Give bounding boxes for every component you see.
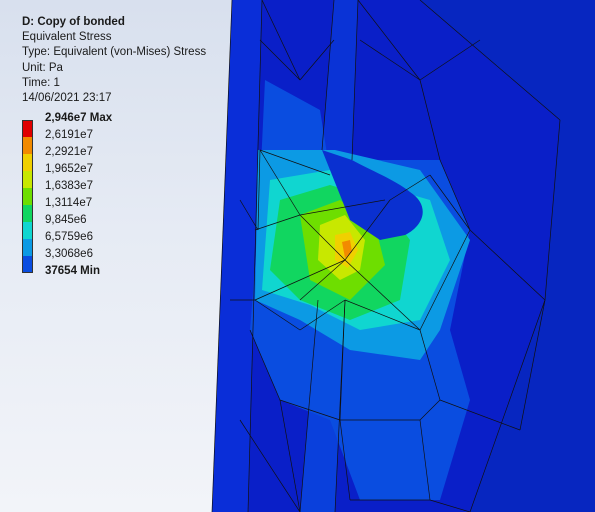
legend-swatch [22, 222, 33, 239]
legend-swatch [22, 188, 33, 205]
legend-swatch [22, 205, 33, 222]
legend-level-label: 1,6383e7 [45, 180, 93, 192]
legend-swatch [22, 154, 33, 171]
result-name: Equivalent Stress [22, 31, 112, 44]
result-timestamp: 14/06/2021 23:17 [22, 92, 112, 105]
legend-level-label: 1,3114e7 [45, 197, 93, 209]
legend-level-label: 2,2921e7 [45, 146, 93, 158]
result-time: Time: 1 [22, 76, 60, 89]
legend-level-label: 1,9652e7 [45, 163, 93, 175]
legend-level-label: 3,3068e6 [45, 248, 93, 260]
legend-min-label: 37654 Min [45, 265, 100, 277]
result-type: Type: Equivalent (von-Mises) Stress [22, 46, 207, 59]
result-details: D: Copy of bonded Equivalent Stress Type… [22, 15, 206, 106]
legend-swatch [22, 171, 33, 188]
legend-swatch [22, 137, 33, 154]
legend-swatch [22, 256, 33, 273]
legend-level-label: 6,5759e6 [45, 231, 93, 243]
legend-level-label: 9,845e6 [45, 214, 87, 226]
legend-level-label: 2,6191e7 [45, 129, 93, 141]
graphics-viewport[interactable]: D: Copy of bonded Equivalent Stress Type… [0, 0, 595, 512]
legend-max-label: 2,946e7 Max [45, 112, 113, 124]
analysis-title: D: Copy of bonded [22, 16, 125, 28]
result-unit: Unit: Pa [22, 61, 63, 74]
legend-swatch [22, 120, 33, 137]
legend-swatch [22, 239, 33, 256]
